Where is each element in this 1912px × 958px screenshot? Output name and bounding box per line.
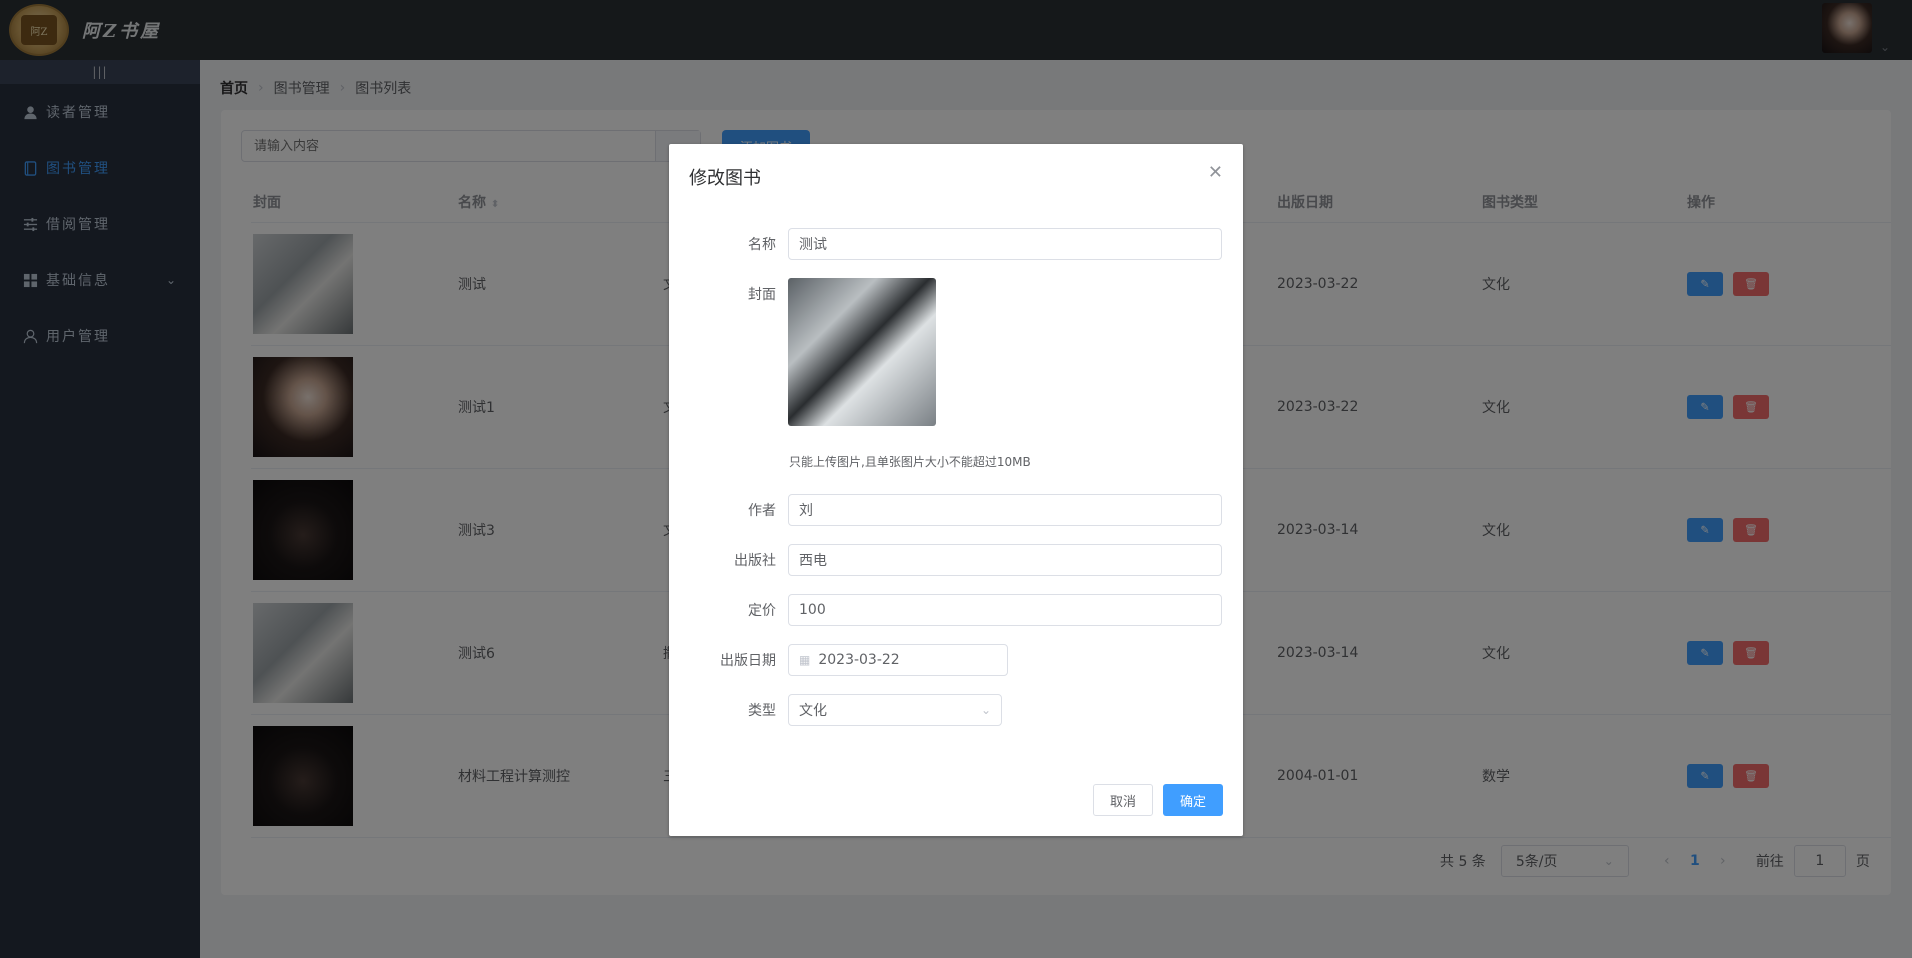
price-label: 定价 [748, 603, 776, 619]
cover-label: 封面 [748, 287, 776, 303]
form-row-publisher: 出版社 西电 [669, 544, 1243, 576]
author-field[interactable]: 刘 [788, 494, 1222, 526]
type-select[interactable]: 文化 ⌄ [788, 694, 1002, 726]
form-row-cover: 封面 [669, 278, 1243, 426]
form-row-name: 名称 测试 [669, 228, 1243, 260]
type-label: 类型 [748, 703, 776, 719]
upload-tip: 只能上传图片,且单张图片大小不能超过10MB [789, 455, 1031, 469]
dialog-title: 修改图书 [689, 168, 761, 189]
form-row-type: 类型 文化 ⌄ [669, 694, 1243, 726]
date-label: 出版日期 [720, 653, 776, 669]
edit-book-dialog: 修改图书 ✕ 名称 测试 封面 只能上传图片,且单张图片大小不能超过10MB 作… [669, 144, 1243, 836]
cancel-button[interactable]: 取消 [1093, 784, 1153, 816]
publisher-field[interactable]: 西电 [788, 544, 1222, 576]
author-label: 作者 [748, 503, 776, 519]
publisher-label: 出版社 [734, 553, 776, 569]
calendar-icon: ▦ [799, 653, 811, 667]
date-value: 2023-03-22 [818, 652, 900, 668]
name-label: 名称 [748, 237, 776, 253]
chevron-down-icon: ⌄ [980, 703, 991, 717]
dialog-footer: 取消 确定 [1093, 784, 1223, 816]
form-row-author: 作者 刘 [669, 494, 1243, 526]
confirm-button[interactable]: 确定 [1163, 784, 1223, 816]
date-picker[interactable]: ▦ 2023-03-22 [788, 644, 1008, 676]
form-row-date: 出版日期 ▦ 2023-03-22 [669, 644, 1243, 676]
price-field[interactable]: 100 [788, 594, 1222, 626]
form-row-price: 定价 100 [669, 594, 1243, 626]
name-field[interactable]: 测试 [788, 228, 1222, 260]
close-icon[interactable]: ✕ [1208, 162, 1223, 183]
type-value: 文化 [799, 703, 827, 719]
cover-upload-image[interactable] [788, 278, 936, 426]
